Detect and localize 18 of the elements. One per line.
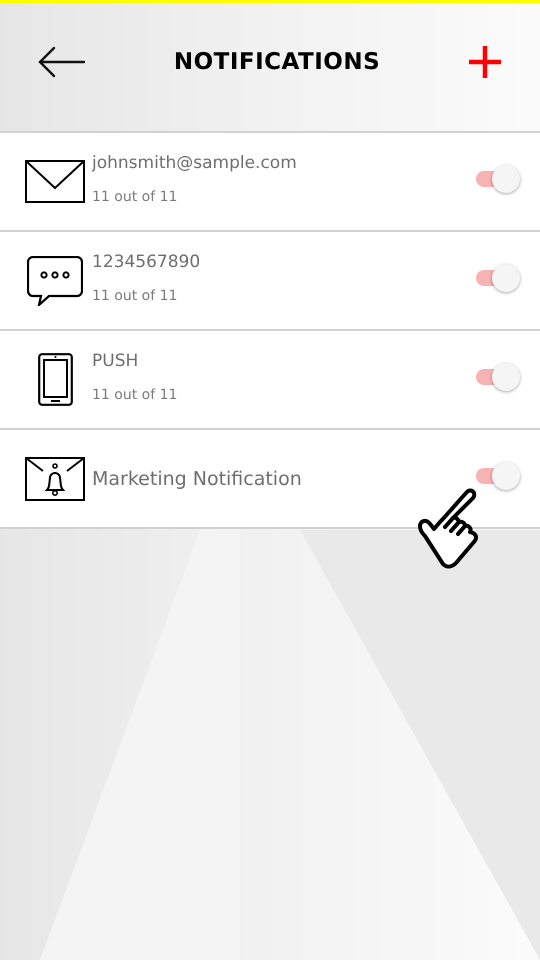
back-button[interactable] (38, 46, 86, 78)
channel-name: Marketing Notification (92, 468, 303, 490)
chat-bubble-icon (27, 256, 83, 306)
toggle-switch[interactable] (476, 460, 520, 488)
channel-name: 1234567890 (92, 252, 202, 272)
delivery-count: 11 out of 11 (92, 188, 178, 204)
toggle-switch[interactable] (476, 262, 520, 290)
channel-name: johnsmith@sample.com (92, 152, 298, 172)
add-button[interactable] (468, 45, 502, 79)
envelope-bell-icon (25, 456, 85, 500)
delivery-count: 11 out of 11 (92, 288, 178, 304)
screen-title: NOTIFICATIONS (174, 49, 380, 75)
toggle-switch[interactable] (476, 360, 520, 388)
delivery-count: 11 out of 11 (92, 386, 178, 402)
channel-name: PUSH (92, 350, 140, 370)
smartphone-icon (38, 353, 72, 406)
toggle-switch[interactable] (476, 162, 520, 190)
envelope-icon (25, 160, 85, 203)
